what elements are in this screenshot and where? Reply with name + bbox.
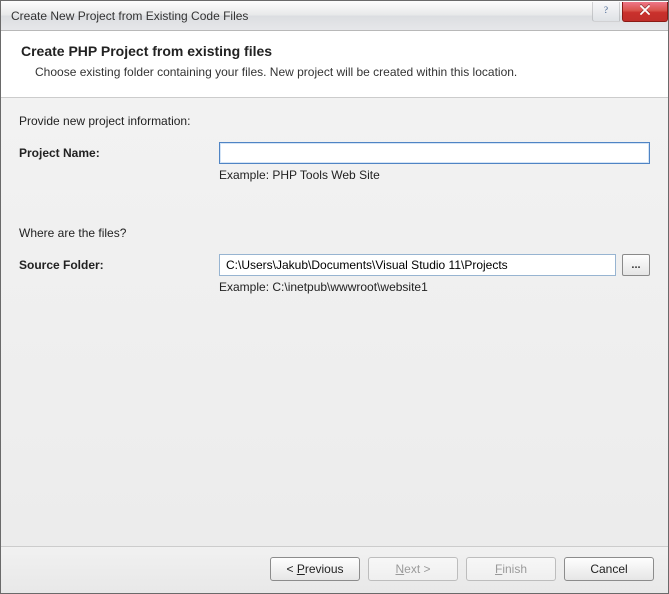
section-project-info: Provide new project information: (19, 114, 650, 128)
wizard-subtitle: Choose existing folder containing your f… (35, 65, 648, 79)
window-title: Create New Project from Existing Code Fi… (11, 9, 592, 23)
source-folder-example: Example: C:\inetpub\wwwroot\website1 (219, 280, 650, 294)
titlebar: Create New Project from Existing Code Fi… (1, 1, 668, 31)
close-icon (639, 5, 651, 18)
help-icon: ? (601, 5, 611, 18)
source-folder-input[interactable] (219, 254, 616, 276)
project-name-example: Example: PHP Tools Web Site (219, 168, 650, 182)
previous-button[interactable]: < Previous (270, 557, 360, 581)
wizard-header: Create PHP Project from existing files C… (1, 31, 668, 98)
section-file-location: Where are the files? (19, 226, 650, 240)
project-name-row: Project Name: (19, 142, 650, 164)
project-name-label: Project Name: (19, 146, 219, 160)
source-folder-row: Source Folder: ... (19, 254, 650, 276)
wizard-title: Create PHP Project from existing files (21, 43, 648, 59)
wizard-footer: < Previous Next > Finish Cancel (1, 546, 668, 593)
wizard-content: Provide new project information: Project… (1, 98, 668, 546)
source-folder-label: Source Folder: (19, 258, 219, 272)
project-name-input[interactable] (219, 142, 650, 164)
next-button[interactable]: Next > (368, 557, 458, 581)
help-button[interactable]: ? (592, 2, 620, 22)
wizard-window: Create New Project from Existing Code Fi… (0, 0, 669, 594)
window-controls: ? (592, 1, 668, 30)
ellipsis-icon: ... (631, 259, 640, 271)
cancel-button[interactable]: Cancel (564, 557, 654, 581)
finish-button[interactable]: Finish (466, 557, 556, 581)
close-button[interactable] (622, 2, 668, 22)
browse-button[interactable]: ... (622, 254, 650, 276)
svg-text:?: ? (604, 5, 608, 15)
